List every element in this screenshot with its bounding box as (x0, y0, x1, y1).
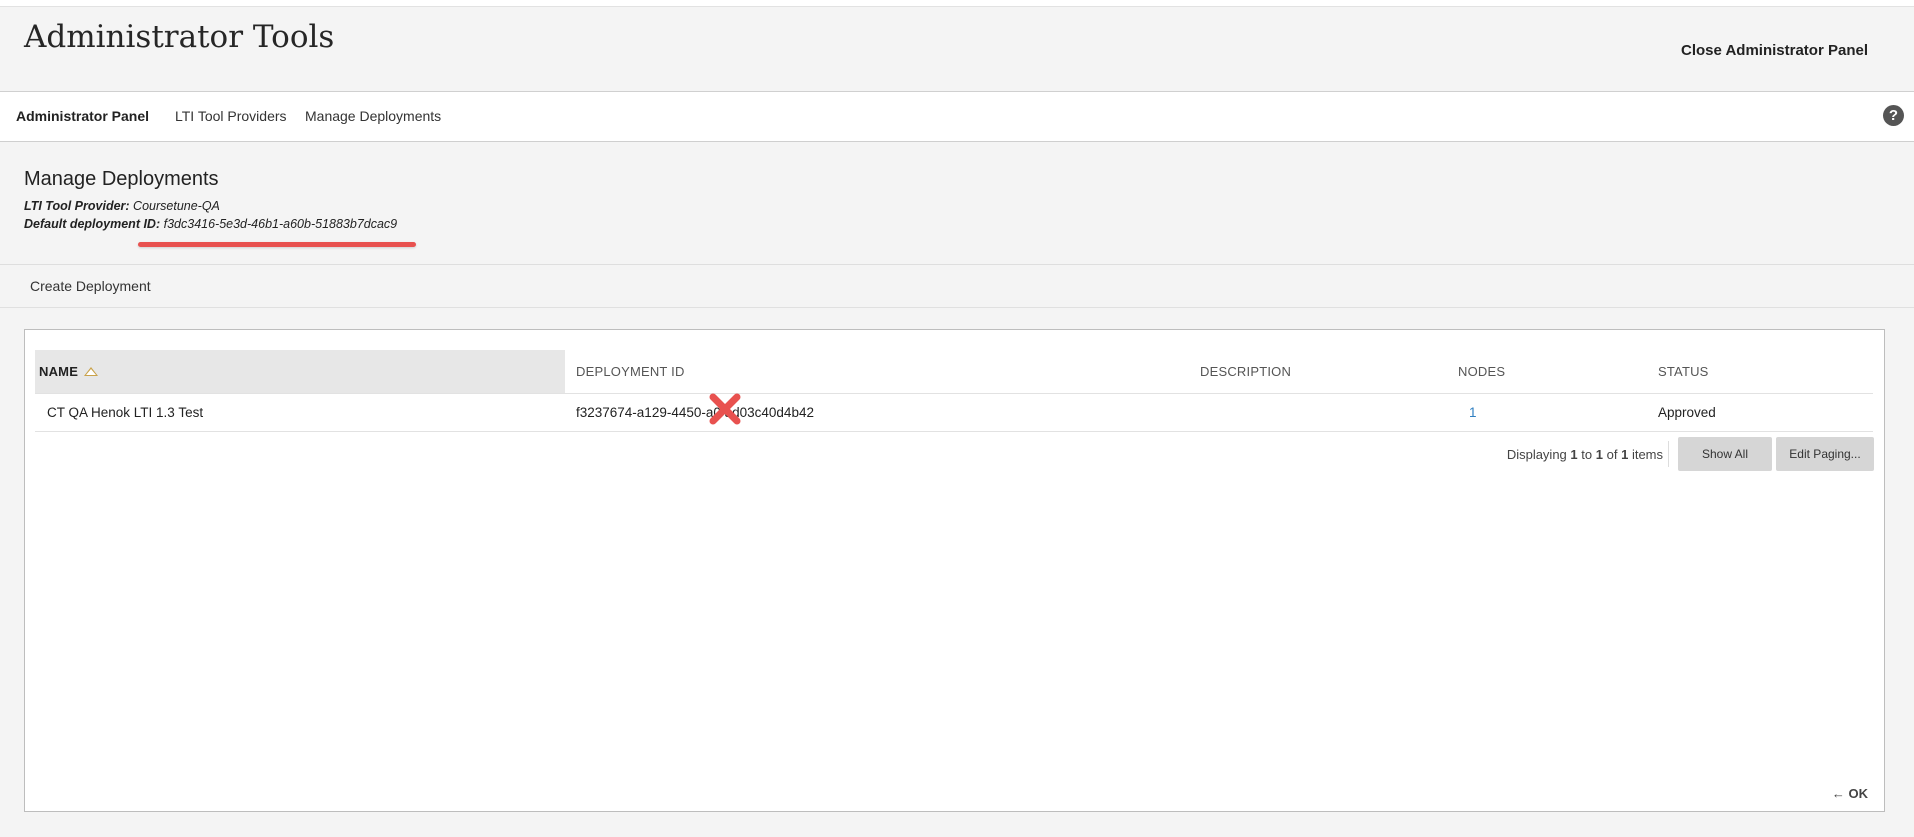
action-bar: Create Deployment (0, 265, 1914, 308)
page-header: Administrator Tools Close Administrator … (0, 7, 1914, 92)
page-title-area: Manage Deployments LTI Tool Provider: Co… (0, 142, 1914, 265)
column-header-nodes[interactable]: NODES (1458, 350, 1505, 393)
app-title: Administrator Tools (24, 19, 335, 55)
breadcrumb-manage-deployments[interactable]: Manage Deployments (305, 108, 441, 124)
column-header-status[interactable]: STATUS (1658, 350, 1709, 393)
paging-controls: Displaying 1 to 1 of 1 items Show All Ed… (1454, 437, 1874, 471)
breadcrumb-lti-tool-providers[interactable]: LTI Tool Providers (175, 108, 287, 124)
row-deployment-id: f3237674-a129-4450-a0 ad03c40d4b42 (576, 405, 814, 420)
table-row[interactable]: CT QA Henok LTI 1.3 Test f3237674-a129-4… (35, 394, 1873, 432)
highlight-underline (138, 242, 416, 247)
row-status: Approved (1658, 405, 1716, 420)
provider-value: Coursetune-QA (133, 199, 220, 213)
column-header-name-label: NAME (39, 364, 79, 379)
column-header-deployment-id[interactable]: DEPLOYMENT ID (576, 350, 685, 393)
sort-ascending-icon (84, 367, 99, 377)
back-arrow-icon: ← (1831, 786, 1849, 801)
create-deployment-button[interactable]: Create Deployment (30, 278, 151, 294)
breadcrumb: Administrator Panel LTI Tool Providers M… (0, 92, 1914, 142)
paging-total: 1 (1621, 447, 1629, 462)
column-header-description[interactable]: DESCRIPTION (1200, 350, 1291, 393)
paging-to: 1 (1595, 447, 1603, 462)
provider-info: LTI Tool Provider: Coursetune-QA (24, 199, 220, 213)
provider-label: LTI Tool Provider: (24, 199, 130, 213)
column-header-name[interactable]: NAME (35, 350, 565, 393)
edit-paging-button[interactable]: Edit Paging... (1776, 437, 1874, 471)
row-name[interactable]: CT QA Henok LTI 1.3 Test (47, 394, 203, 431)
paging-summary: Displaying 1 to 1 of 1 items (1507, 447, 1663, 462)
show-all-button[interactable]: Show All (1678, 437, 1772, 471)
bottom-bar (0, 815, 1914, 837)
table-header: NAME DEPLOYMENT ID DESCRIPTION NODES STA… (35, 350, 1873, 394)
paging-divider (1668, 441, 1669, 467)
breadcrumb-administrator-panel[interactable]: Administrator Panel (16, 108, 149, 124)
page-title: Manage Deployments (24, 168, 219, 190)
deployments-panel: NAME DEPLOYMENT ID DESCRIPTION NODES STA… (24, 329, 1885, 812)
top-border (0, 0, 1914, 7)
paging-prefix: Displaying (1506, 447, 1567, 462)
redaction-x-icon (709, 393, 741, 425)
close-administrator-panel-link[interactable]: Close Administrator Panel (1681, 42, 1868, 59)
default-deployment-label: Default deployment ID: (24, 217, 161, 231)
paging-of-word: of (1606, 447, 1618, 462)
row-nodes-link[interactable]: 1 (1469, 394, 1477, 431)
default-deployment-info: Default deployment ID: f3dc3416-5e3d-46b… (24, 217, 397, 231)
ok-button[interactable]: ← OK (1832, 786, 1868, 801)
paging-from: 1 (1570, 447, 1578, 462)
paging-to-word: to (1581, 447, 1593, 462)
help-icon[interactable]: ? (1883, 105, 1904, 126)
paging-suffix: items (1631, 447, 1663, 462)
default-deployment-value: f3dc3416-5e3d-46b1-a60b-51883b7dcac9 (163, 217, 398, 231)
ok-label: OK (1848, 786, 1869, 801)
